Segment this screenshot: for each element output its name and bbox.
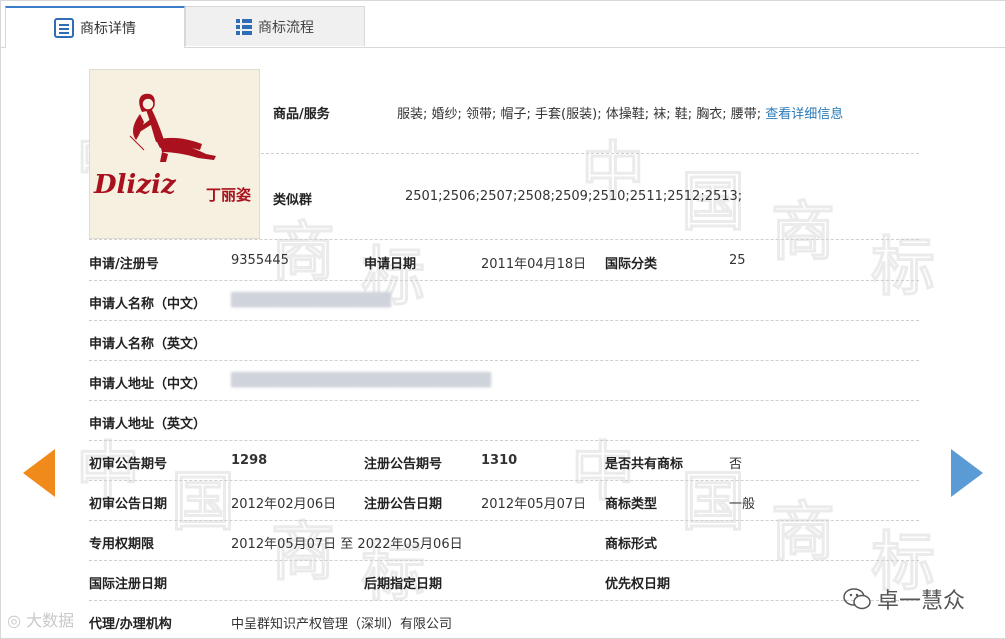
- trademark-detail-panel: 中 国 商 标 商 标 中 国 商 标 中 国 商 标 中 商标详情 商标流程: [0, 0, 1006, 639]
- divider: [89, 400, 919, 401]
- tab-label: 商标详情: [80, 21, 136, 37]
- mark-form-label: 商标形式: [605, 537, 658, 552]
- goods-label: 商品/服务: [273, 107, 330, 122]
- divider: [89, 440, 919, 441]
- corner-left-text: 大数据: [26, 611, 75, 630]
- figure-illustration: [129, 93, 216, 162]
- exclusive-value: 2012年05月07日 至 2022年05月06日: [231, 537, 463, 552]
- reg-pub-no-label: 注册公告期号: [364, 457, 443, 472]
- corner-right-text: 卓一慧众: [877, 589, 966, 614]
- prelim-no-label: 初审公告期号: [89, 457, 168, 472]
- shared-value: 否: [729, 457, 743, 472]
- goods-value: 服装; 婚纱; 领带; 帽子; 手套(服装); 体操鞋; 袜; 鞋; 胸衣; 腰…: [397, 107, 762, 122]
- eye-icon: ◎: [7, 611, 21, 630]
- tab-trademark-detail[interactable]: 商标详情: [5, 6, 185, 48]
- apply-date-label: 申请日期: [364, 257, 417, 272]
- intl-class-value: 25: [729, 253, 746, 268]
- view-details-link[interactable]: 查看详细信息: [765, 107, 843, 122]
- watermark-char: 商: [771, 196, 836, 271]
- corner-watermark-left: ◎ 大数据: [7, 607, 74, 631]
- divider: [89, 520, 919, 521]
- tab-label: 商标流程: [258, 19, 314, 36]
- divider: [261, 153, 919, 154]
- prelim-date-label: 初审公告日期: [89, 497, 168, 512]
- list-icon: [236, 18, 252, 35]
- watermark-char: 国: [171, 466, 236, 541]
- reg-no-label: 申请/注册号: [89, 257, 159, 272]
- agent-label: 代理/办理机构: [89, 617, 172, 632]
- watermark-char: 标: [871, 231, 936, 306]
- applicant-en-label: 申请人名称（英文）: [89, 337, 207, 352]
- mark-type-label: 商标类型: [605, 497, 658, 512]
- divider: [89, 320, 919, 321]
- address-en-label: 申请人地址（英文）: [89, 417, 207, 432]
- exclusive-label: 专用权期限: [89, 537, 155, 552]
- priority-date-label: 优先权日期: [605, 577, 671, 592]
- apply-date-value: 2011年04月18日: [481, 257, 587, 272]
- logo-latin-text: Dliziz: [94, 170, 176, 200]
- next-arrow-icon[interactable]: [951, 449, 983, 497]
- intl-class-label: 国际分类: [605, 257, 658, 272]
- reg-pub-no-value: 1310: [481, 453, 518, 468]
- agent-value: 中呈群知识产权管理（深圳）有限公司: [231, 617, 453, 632]
- divider: [89, 239, 919, 240]
- divider: [89, 480, 919, 481]
- goods-row: 服装; 婚纱; 领带; 帽子; 手套(服装); 体操鞋; 袜; 鞋; 胸衣; 腰…: [397, 103, 843, 122]
- similar-group-value: 2501;2506;2507;2508;2509;2510;2511;2512;…: [405, 189, 743, 204]
- mark-type-value: 一般: [729, 497, 756, 512]
- prelim-date-value: 2012年02月06日: [231, 497, 337, 512]
- address-cn-redacted: ██████████████████████████: [231, 373, 491, 388]
- previous-arrow-icon[interactable]: [23, 449, 55, 497]
- divider: [89, 360, 919, 361]
- divider: [89, 560, 919, 561]
- prelim-no-value: 1298: [231, 453, 268, 468]
- reg-no-value: 9355445: [231, 253, 289, 268]
- logo-chinese-text: 丁丽姿: [206, 186, 252, 204]
- applicant-cn-redacted: ████████████████: [231, 293, 391, 308]
- address-cn-label: 申请人地址（中文）: [89, 377, 207, 392]
- divider: [89, 280, 919, 281]
- divider: [89, 600, 919, 601]
- similar-group-label: 类似群: [273, 193, 313, 208]
- later-date-label: 后期指定日期: [364, 577, 443, 592]
- shared-label: 是否共有商标: [605, 457, 684, 472]
- tab-trademark-process[interactable]: 商标流程: [185, 6, 365, 46]
- reg-pub-date-label: 注册公告日期: [364, 497, 443, 512]
- wechat-icon: [843, 588, 871, 610]
- corner-watermark-right: 卓一慧众: [843, 583, 965, 615]
- intl-reg-date-label: 国际注册日期: [89, 577, 168, 592]
- reg-pub-date-value: 2012年05月07日: [481, 497, 587, 512]
- document-icon: [54, 18, 74, 38]
- tab-bar: 商标详情 商标流程: [1, 1, 1005, 48]
- trademark-logo-image: Dliziz 丁丽姿: [89, 69, 260, 239]
- applicant-cn-label: 申请人名称（中文）: [89, 297, 207, 312]
